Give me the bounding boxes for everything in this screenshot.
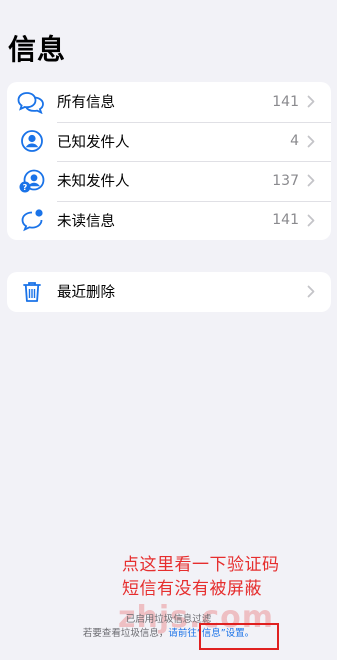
known-person-icon <box>7 122 57 162</box>
page-title: 信息 <box>8 33 67 66</box>
chat-bubbles-icon <box>7 82 57 122</box>
recently-deleted-label: 最近删除 <box>57 285 115 302</box>
filter-label: 所有信息 <box>57 95 115 112</box>
filter-row-known-senders[interactable]: 已知发件人 4 <box>7 121 331 162</box>
annotation-line-2: 短信有没有被屏蔽 <box>122 579 262 599</box>
chevron-right-icon <box>307 174 321 187</box>
spam-filter-hint-text: 若要查看垃圾信息， <box>82 628 169 639</box>
chevron-right-icon <box>307 95 321 108</box>
filter-count: 141 <box>272 212 299 229</box>
annotation-highlight-box <box>199 623 279 650</box>
recently-deleted-group: 最近删除 <box>7 272 331 312</box>
filter-row-unknown-senders[interactable]: ? 未知发件人 137 <box>7 161 331 201</box>
svg-text:?: ? <box>23 183 28 192</box>
message-filter-list: 所有信息 141 已知发件人 4 ? 未知发件人 137 未读信息 141 <box>7 82 331 240</box>
filter-count: 4 <box>290 133 299 150</box>
chevron-right-icon <box>307 135 321 148</box>
chevron-right-icon <box>307 285 321 298</box>
spam-filter-hint: 若要查看垃圾信息，请前往“信息”设置。 <box>0 627 337 641</box>
trash-icon <box>7 272 57 312</box>
filter-label: 已知发件人 <box>57 134 130 151</box>
spam-filter-status: 已启用垃圾信息过滤 <box>125 614 212 625</box>
filter-label: 未读信息 <box>57 213 115 230</box>
unknown-person-icon: ? <box>7 161 57 201</box>
filter-count: 137 <box>272 172 299 189</box>
recently-deleted-row[interactable]: 最近删除 <box>7 272 331 312</box>
filter-count: 141 <box>272 93 299 110</box>
annotation-line-1: 点这里看一下验证码 <box>122 555 280 575</box>
filter-row-all-messages[interactable]: 所有信息 141 <box>7 82 331 122</box>
filter-row-unread-messages[interactable]: 未读信息 141 <box>7 200 331 241</box>
unread-bubble-icon <box>7 201 57 241</box>
chevron-right-icon <box>307 214 321 227</box>
red-annotation: 点这里看一下验证码 短信有没有被屏蔽 <box>122 553 280 601</box>
filter-label: 未知发件人 <box>57 174 130 191</box>
